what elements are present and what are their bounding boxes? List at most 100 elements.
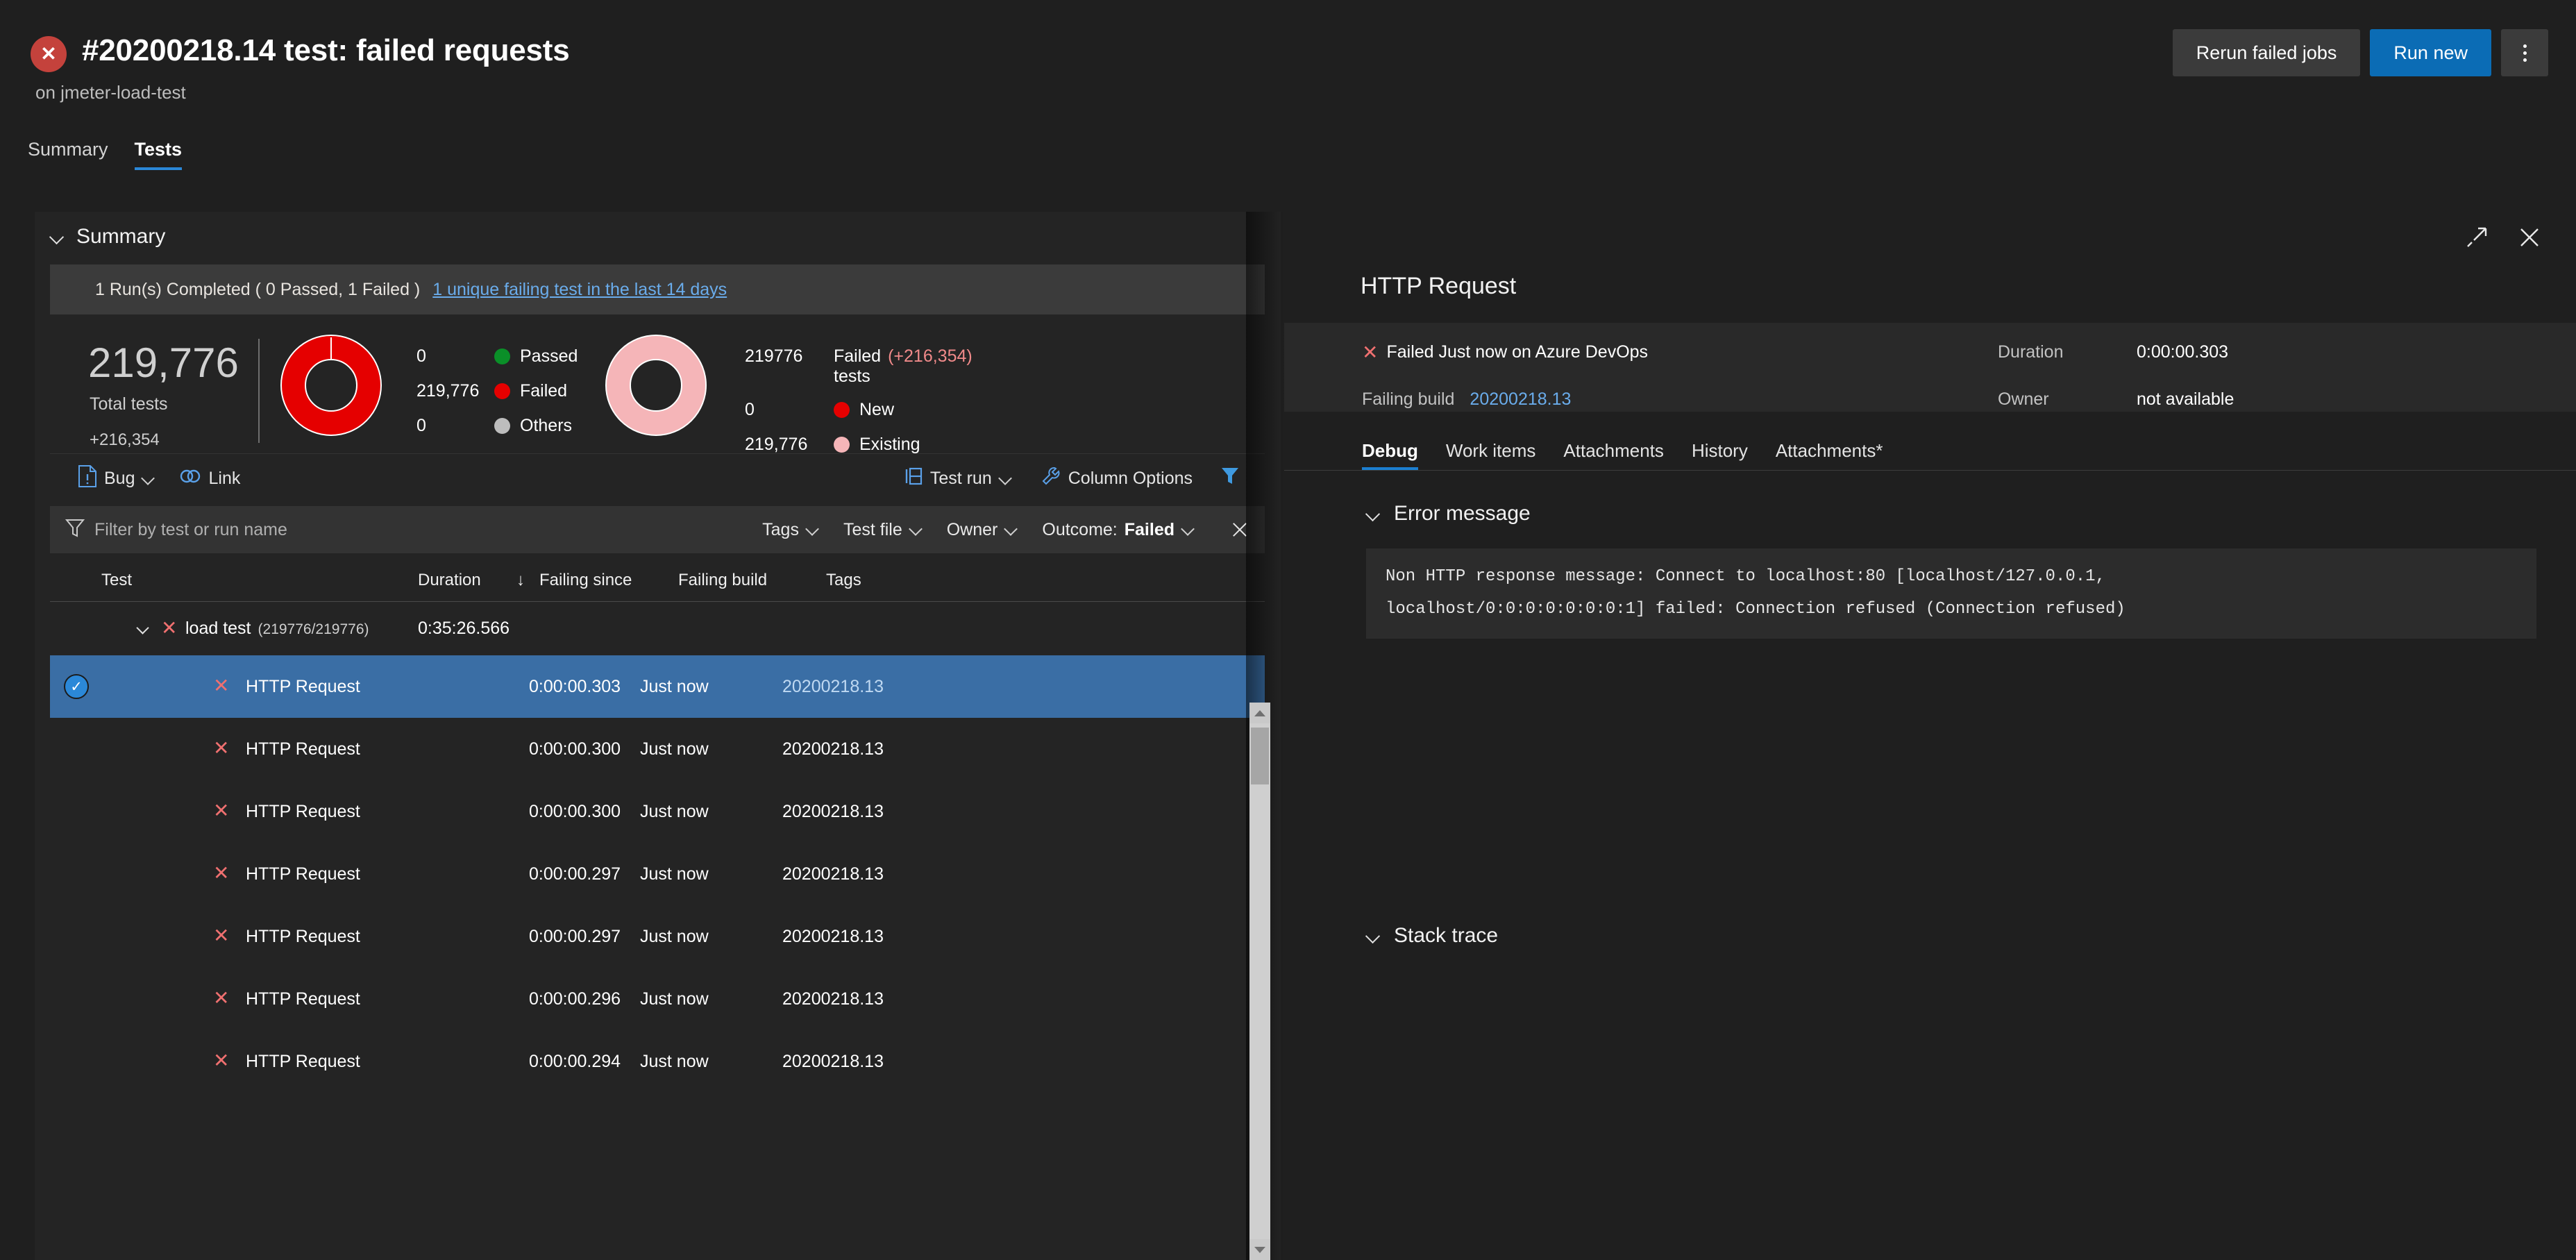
test-run-label: Test run (929, 469, 992, 488)
row-duration: 0:00:00.303 (529, 676, 621, 696)
table-row[interactable]: ✕ HTTP Request 0:00:00.297 Just now 2020… (50, 905, 1265, 968)
summary-section-header[interactable]: Summary (35, 212, 1281, 262)
legend-item-failed: 219,776 Failed (416, 373, 578, 408)
column-header-test[interactable]: Test (101, 571, 132, 590)
summary-stats: 219,776 Total tests +216,354 0 Passed 21… (50, 319, 1265, 454)
failed-total-label: Failed (834, 346, 882, 366)
table-group-row[interactable]: ✕ load test (219776/219776) 0:35:26.566 (50, 602, 1265, 655)
table-row[interactable]: ✕ HTTP Request 0:00:00.300 Just now 2020… (50, 780, 1265, 843)
run-new-button[interactable]: Run new (2370, 29, 2491, 76)
filter-toggle-button[interactable] (1220, 466, 1240, 492)
bug-file-icon (78, 465, 97, 492)
scrollbar-thumb[interactable] (1251, 728, 1269, 784)
run-status-bar: 1 Run(s) Completed ( 0 Passed, 1 Failed … (50, 264, 1265, 314)
table-row[interactable]: ✓ ✕ HTTP Request 0:00:00.303 Just now 20… (50, 655, 1265, 718)
tests-table-body: ✕ load test (219776/219776) 0:35:26.566 … (50, 602, 1265, 1260)
column-header-failing-build[interactable]: Failing build (678, 571, 767, 590)
failed-total-sublabel: tests (834, 367, 870, 386)
failed-breakdown-legend: 219776 Failed (+216,354) tests 0 New 219… (745, 339, 973, 462)
detail-failing-build-value[interactable]: 20200218.13 (1470, 389, 1571, 410)
legend-label-new: New (859, 399, 895, 419)
detail-owner-label: Owner (1998, 389, 2049, 409)
unique-failing-test-link[interactable]: 1 unique failing test in the last 14 day… (432, 280, 727, 300)
row-failing-build[interactable]: 20200218.13 (782, 927, 884, 947)
row-duration: 0:00:00.296 (529, 989, 621, 1009)
row-selected-check-icon[interactable]: ✓ (64, 674, 89, 699)
legend-value-others: 0 (416, 415, 426, 435)
row-failing-build[interactable]: 20200218.13 (782, 989, 884, 1009)
link-label: Link (208, 469, 241, 488)
row-status-x-icon: ✕ (213, 925, 230, 946)
filter-outcome-value: Failed (1124, 519, 1175, 539)
close-icon[interactable] (2518, 226, 2547, 255)
column-header-tags[interactable]: Tags (826, 571, 861, 590)
filter-test-file-label: Test file (843, 519, 902, 539)
column-header-duration[interactable]: Duration (418, 571, 481, 590)
stack-trace-title: Stack trace (1394, 924, 1499, 947)
detail-status: ✕ Failed Just now on Azure DevOps (1362, 342, 1648, 362)
scroll-up-arrow-icon[interactable] (1249, 703, 1270, 723)
row-failing-build[interactable]: 20200218.13 (782, 802, 884, 822)
table-row[interactable]: ✕ HTTP Request 0:00:00.296 Just now 2020… (50, 968, 1265, 1030)
donut-hole (305, 359, 357, 412)
tab-tests[interactable]: Tests (134, 139, 182, 170)
test-run-button[interactable]: Test run (902, 467, 1013, 491)
link-button[interactable]: Link (179, 467, 240, 490)
tab-summary[interactable]: Summary (28, 139, 108, 170)
filter-owner-label: Owner (946, 519, 998, 539)
column-options-button[interactable]: Column Options (1041, 466, 1193, 492)
sort-desc-arrow-icon: ↓ (516, 570, 525, 589)
scroll-down-arrow-icon[interactable] (1249, 1239, 1270, 1260)
command-toolbar: Bug Link Test run Column Options (50, 453, 1265, 503)
expand-icon[interactable] (2465, 226, 2494, 255)
row-failing-build[interactable]: 20200218.13 (782, 677, 884, 697)
others-dot-icon (494, 417, 510, 434)
table-row[interactable]: ✕ HTTP Request 0:00:00.300 Just now 2020… (50, 718, 1265, 780)
detail-tab-attachments[interactable]: Attachments (1563, 440, 1664, 470)
filter-outcome[interactable]: Outcome: Failed (1042, 520, 1195, 540)
table-row[interactable]: ✕ HTTP Request 0:00:00.294 Just now 2020… (50, 1030, 1265, 1093)
rerun-failed-jobs-button[interactable]: Rerun failed jobs (2172, 29, 2361, 76)
row-failing-build[interactable]: 20200218.13 (782, 864, 884, 884)
row-failing-build[interactable]: 20200218.13 (782, 739, 884, 759)
legend-label-passed: Passed (520, 346, 578, 366)
chevron-down-icon (1366, 506, 1381, 521)
tests-list-scrollbar[interactable] (1249, 703, 1270, 1260)
legend-label-others: Others (520, 415, 573, 435)
filter-input[interactable] (94, 519, 483, 540)
test-results-page: ✕ #20200218.14 test: failed requests on … (0, 0, 2576, 1260)
legend-item-new: 0 New (745, 392, 973, 427)
stack-trace-section-header[interactable]: Stack trace (1366, 924, 1498, 948)
group-name-text: load test (185, 619, 251, 638)
total-tests-value: 219,776 (88, 339, 239, 386)
table-row[interactable]: ✕ HTTP Request 0:00:00.297 Just now 2020… (50, 843, 1265, 905)
row-test-name: HTTP Request (246, 801, 360, 821)
detail-tab-debug[interactable]: Debug (1362, 440, 1418, 470)
column-header-failing-since[interactable]: Failing since (539, 571, 632, 590)
row-duration: 0:00:00.300 (529, 801, 621, 821)
row-failing-since: Just now (640, 801, 709, 821)
page-header: ✕ #20200218.14 test: failed requests on … (0, 0, 2576, 125)
chevron-down-icon[interactable] (137, 622, 151, 636)
row-failing-since: Just now (640, 926, 709, 946)
error-message-section-header[interactable]: Error message (1366, 502, 1531, 526)
detail-tab-work-items[interactable]: Work items (1446, 440, 1536, 470)
filter-owner[interactable]: Owner (947, 520, 1019, 540)
wrench-icon (1041, 466, 1061, 492)
legend-label-existing: Existing (859, 434, 920, 454)
filter-outcome-label: Outcome: (1042, 519, 1118, 539)
clear-filters-icon[interactable] (1229, 519, 1249, 540)
link-chain-icon (179, 467, 201, 490)
more-actions-button[interactable] (2501, 29, 2548, 76)
filter-tags[interactable]: Tags (762, 520, 820, 540)
new-dot-icon (834, 401, 850, 418)
failed-breakdown-donut-chart (605, 335, 707, 436)
row-failing-build[interactable]: 20200218.13 (782, 1052, 884, 1072)
detail-tab-attachments-star[interactable]: Attachments* (1776, 440, 1883, 470)
bug-button[interactable]: Bug (78, 465, 155, 492)
detail-tab-history[interactable]: History (1692, 440, 1748, 470)
detail-owner: Owner not available (1998, 389, 2234, 410)
tests-list-panel: Summary 1 Run(s) Completed ( 0 Passed, 1… (35, 212, 1281, 1260)
legend-item-passed: 0 Passed (416, 339, 578, 373)
filter-test-file[interactable]: Test file (843, 520, 923, 540)
